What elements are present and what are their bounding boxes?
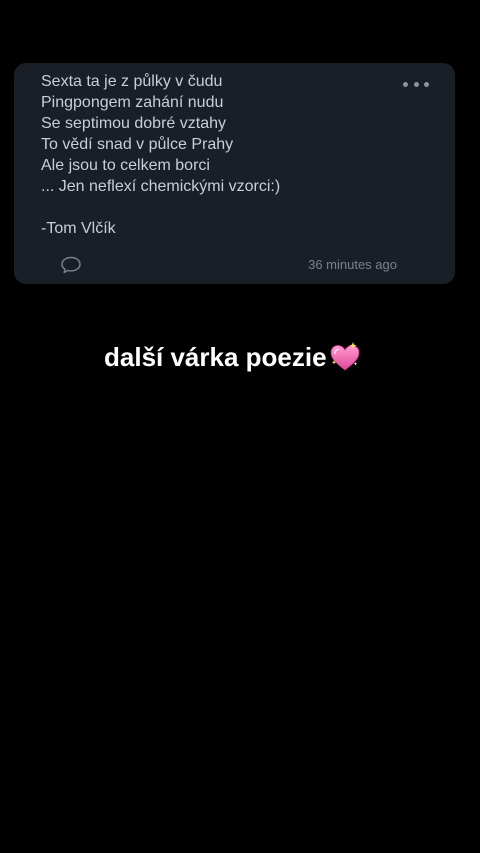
comment-bubble-icon [61,256,81,274]
story-screen: { "post": { "lines": [ "Sexta ta je z pů… [0,0,480,853]
caption-text: další várka poezie [104,342,327,372]
poem-line: To vědí snad v půlce Prahy [41,136,234,153]
more-dots-icon [424,81,429,87]
poem-text: Sexta ta je z půlky v čudu Pingpongem za… [41,71,280,197]
poem-line: Pingpongem zahání nudu [41,94,224,111]
more-options-button[interactable] [403,76,429,92]
post-timestamp: 36 minutes ago [308,257,397,272]
poem-line: ... Jen neflexí chemickými vzorci:) [41,178,281,195]
more-dots-icon [403,81,408,87]
poem-line: Se septimou dobré vztahy [41,115,226,132]
more-dots-icon [413,81,419,87]
post-signature: -Tom Vlčík [41,220,116,237]
story-caption: další várka poezie [104,336,362,378]
post-card: Sexta ta je z půlky v čudu Pingpongem za… [14,63,455,284]
comment-button[interactable] [60,255,82,275]
poem-line: Ale jsou to celkem borci [41,157,210,174]
sparkling-heart-icon [330,342,359,371]
poem-line: Sexta ta je z půlky v čudu [41,73,223,90]
